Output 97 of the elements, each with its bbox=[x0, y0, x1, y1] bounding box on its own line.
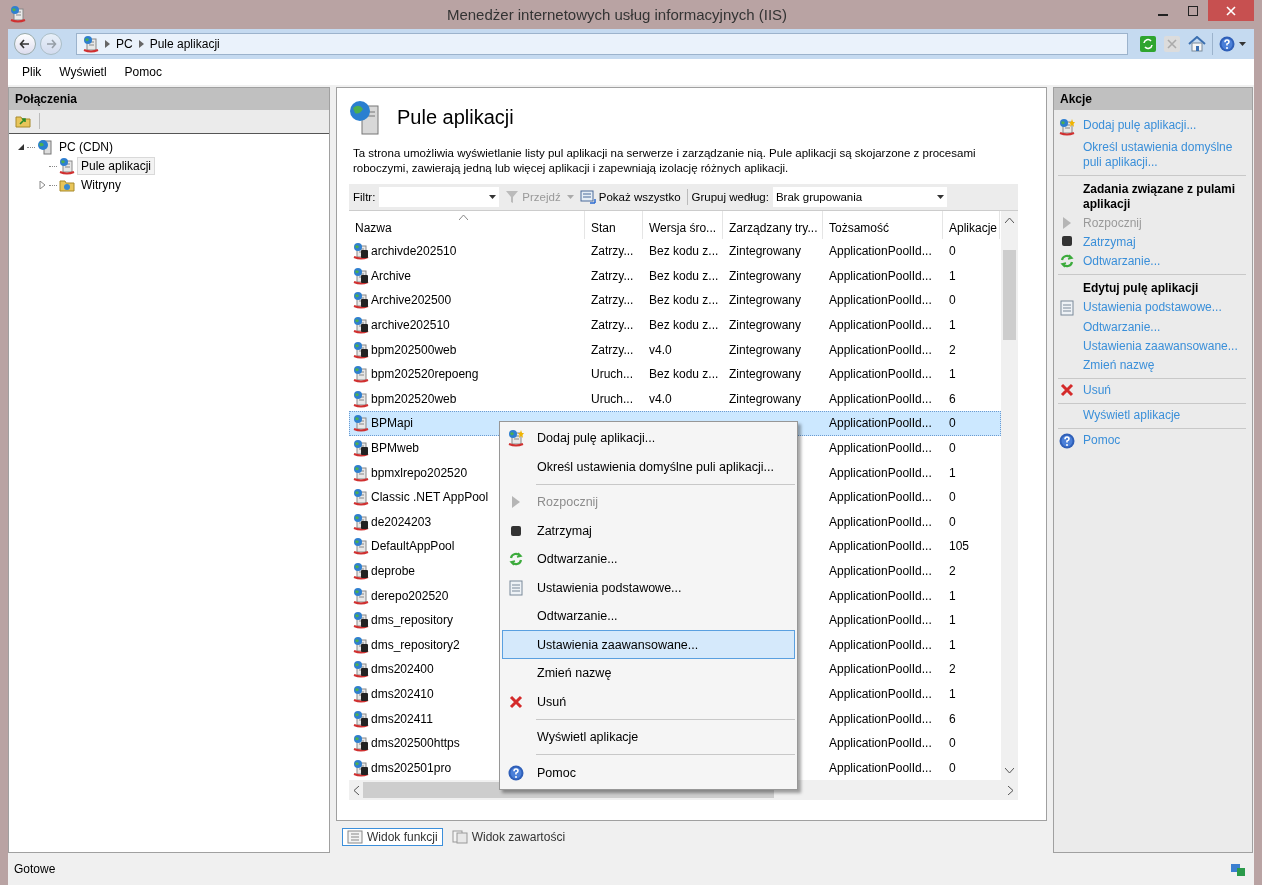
table-cell: Bez kodu z... bbox=[649, 244, 719, 259]
pool-name: dms_repository2 bbox=[371, 637, 460, 652]
table-cell: Zintegrowany bbox=[729, 342, 802, 357]
table-cell: ApplicationPoolId... bbox=[829, 416, 932, 431]
table-cell: v4.0 bbox=[649, 342, 672, 357]
pool-name: dms202411 bbox=[371, 711, 433, 726]
pool-name: bpm202520web bbox=[371, 391, 457, 406]
table-cell: ApplicationPoolId... bbox=[829, 613, 932, 628]
table-cell: Uruch... bbox=[591, 367, 633, 382]
pool-name: de2024203 bbox=[371, 514, 432, 529]
pool-name: deprobe bbox=[371, 563, 416, 578]
table-cell: 0 bbox=[949, 490, 956, 505]
pool-name: derepo202520 bbox=[371, 588, 449, 603]
pool-name: DefaultAppPool bbox=[371, 539, 455, 554]
table-cell: ApplicationPoolId... bbox=[829, 342, 932, 357]
pool-name: bpm202500web bbox=[371, 342, 457, 357]
pool-name: BPMapi bbox=[371, 416, 414, 431]
pool-name: dms202500https bbox=[371, 736, 460, 751]
table-cell: ApplicationPoolId... bbox=[829, 588, 932, 603]
table-cell: Uruch... bbox=[591, 391, 633, 406]
table-cell: 2 bbox=[949, 662, 956, 677]
table-cell: 0 bbox=[949, 760, 956, 775]
table-cell: Zatrzy... bbox=[591, 244, 634, 259]
table-cell: Zintegrowany bbox=[729, 318, 802, 332]
page-description: Ta strona umożliwia wyświetlanie listy pul aplikacji na serwerze i zarządzanie nią. Pule aplikacji są skojarzone z procesami roboczymi, zawierają jedną lub więcej aplikacji i zapewniają izolację różnych aplikacji. bbox=[353, 145, 977, 176]
table-cell: 1 bbox=[949, 318, 956, 332]
table-cell: Bez kodu z... bbox=[649, 293, 719, 308]
table-cell: Zintegrowany bbox=[729, 244, 802, 259]
table-cell: Bez kodu z... bbox=[649, 318, 719, 332]
table-cell: Zintegrowany bbox=[729, 268, 802, 283]
table-cell: ApplicationPoolId... bbox=[829, 268, 932, 283]
table-cell: 0 bbox=[949, 441, 956, 455]
pool-name: archivde202510 bbox=[371, 244, 457, 259]
table-cell: Zintegrowany bbox=[729, 367, 802, 382]
group-by-label: Grupuj według: bbox=[691, 190, 769, 203]
table-cell: 0 bbox=[949, 416, 956, 431]
pool-name: bpm202520repoeng bbox=[371, 367, 479, 382]
table-cell: 105 bbox=[949, 539, 970, 554]
pool-name: archive202510 bbox=[371, 318, 450, 332]
table-cell: ApplicationPoolId... bbox=[829, 514, 932, 529]
table-cell: Zatrzy... bbox=[591, 342, 634, 357]
table-cell: 1 bbox=[949, 637, 956, 652]
table-cell: 2 bbox=[949, 563, 956, 578]
table-cell: 1 bbox=[949, 588, 956, 603]
table-cell: Bez kodu z... bbox=[649, 367, 719, 382]
table-cell: ApplicationPoolId... bbox=[829, 441, 932, 455]
pool-name: BPMweb bbox=[371, 441, 420, 455]
table-cell: ApplicationPoolId... bbox=[829, 490, 932, 505]
table-cell: Zintegrowany bbox=[729, 293, 802, 308]
table-cell: ApplicationPoolId... bbox=[829, 391, 932, 406]
window-title: Menedżer internetowych usług informacyjnych (IIS) bbox=[445, 5, 789, 23]
page-title: Pule aplikacji bbox=[397, 106, 514, 130]
pool-name: bpmxlrepo202520 bbox=[371, 465, 468, 480]
panel-header: Akcje bbox=[1054, 87, 1252, 110]
table-cell: Zatrzy... bbox=[591, 268, 634, 283]
table-cell: ApplicationPoolId... bbox=[829, 367, 932, 382]
table-cell: ApplicationPoolId... bbox=[829, 662, 932, 677]
table-cell: 6 bbox=[949, 711, 956, 726]
table-cell: ApplicationPoolId... bbox=[829, 244, 932, 259]
table-cell: 1 bbox=[949, 613, 956, 628]
panel-header: Połączenia bbox=[9, 87, 329, 110]
table-cell: ApplicationPoolId... bbox=[829, 293, 932, 308]
table-cell: 0 bbox=[949, 293, 956, 308]
table-cell: 1 bbox=[949, 686, 956, 701]
table-cell: Bez kodu z... bbox=[649, 268, 719, 283]
pool-name: dms_repository bbox=[371, 613, 454, 628]
table-cell: ApplicationPoolId... bbox=[829, 539, 932, 554]
pool-name: dms202501pro bbox=[371, 760, 452, 775]
action-group-heading: Edytuj pulę aplikacji bbox=[1082, 279, 1200, 297]
pool-name: Archive202500 bbox=[371, 293, 452, 308]
pool-name: Classic .NET AppPool bbox=[371, 490, 489, 505]
table-cell: ApplicationPoolId... bbox=[829, 760, 932, 775]
table-cell: Zintegrowany bbox=[729, 391, 802, 406]
status-text: Gotowe bbox=[14, 862, 56, 876]
table-cell: 0 bbox=[949, 514, 956, 529]
table-cell: 6 bbox=[949, 391, 956, 406]
table-cell: v4.0 bbox=[649, 391, 672, 406]
table-cell: ApplicationPoolId... bbox=[829, 465, 932, 480]
table-cell: 1 bbox=[949, 268, 956, 283]
table-cell: ApplicationPoolId... bbox=[829, 736, 932, 751]
table-cell: Zatrzy... bbox=[591, 318, 634, 332]
table-cell: 0 bbox=[949, 736, 956, 751]
table-cell: ApplicationPoolId... bbox=[829, 686, 932, 701]
table-cell: 2 bbox=[949, 342, 956, 357]
pool-name: dms202400 bbox=[371, 662, 434, 677]
table-cell: 1 bbox=[949, 465, 956, 480]
table-cell: 0 bbox=[949, 244, 956, 259]
pool-name: Archive bbox=[371, 268, 411, 283]
table-cell: ApplicationPoolId... bbox=[829, 563, 932, 578]
pool-name: dms202410 bbox=[371, 686, 434, 701]
table-cell: ApplicationPoolId... bbox=[829, 711, 932, 726]
action-group-heading: Zadania związane z pulami aplikacji bbox=[1082, 180, 1237, 213]
table-cell: ApplicationPoolId... bbox=[829, 318, 932, 332]
table-cell: Zatrzy... bbox=[591, 293, 634, 308]
table-cell: 1 bbox=[949, 367, 956, 382]
table-cell: ApplicationPoolId... bbox=[829, 637, 932, 652]
filter-label: Filtr: bbox=[353, 190, 376, 203]
